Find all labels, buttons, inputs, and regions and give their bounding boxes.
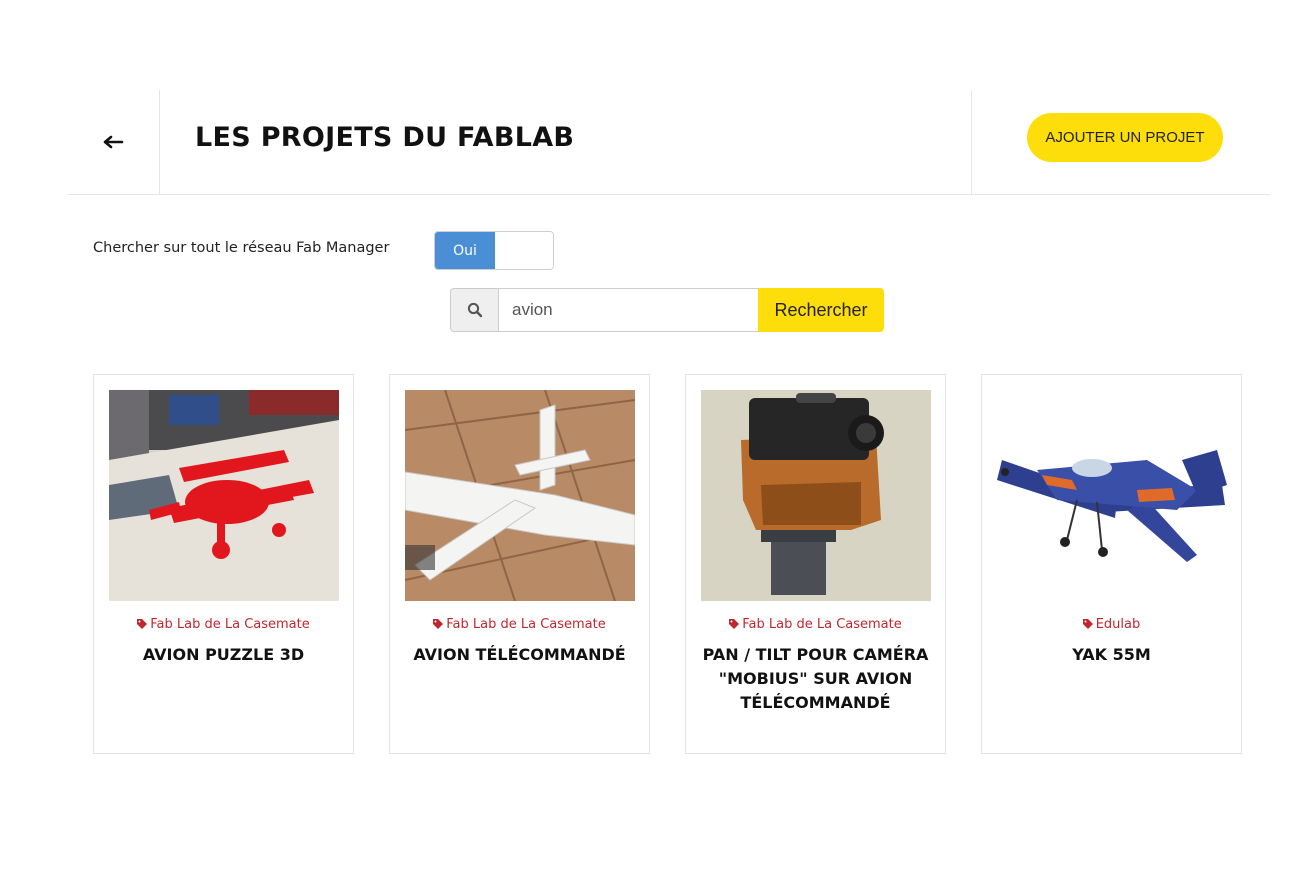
page-header: LES PROJETS DU FABLAB AJOUTER UN PROJET [68,90,1270,195]
project-source-label: Fab Lab de La Casemate [446,617,606,632]
project-card[interactable]: Fab Lab de La Casemate PAN / TILT POUR C… [685,374,946,754]
project-title: PAN / TILT POUR CAMÉRA "MOBIUS" SUR AVIO… [702,645,929,712]
project-card[interactable]: Fab Lab de La Casemate AVION TÉLÉCOMMAND… [389,374,650,754]
arrow-left-icon [103,135,123,149]
project-image-camera-pan-tilt-mount [701,390,931,601]
project-card[interactable]: Fab Lab de La Casemate AVION PUZZLE 3D [93,374,354,754]
project-title: AVION PUZZLE 3D [142,645,305,664]
project-source-label: Fab Lab de La Casemate [742,617,902,632]
tag-icon [1082,619,1093,629]
page-title: LES PROJETS DU FABLAB [195,122,575,153]
project-source-label: Edulab [1095,617,1141,632]
search-bar: Rechercher [450,288,884,332]
project-source[interactable]: Edulab [982,617,1241,632]
header-actions: AJOUTER UN PROJET [971,90,1270,194]
project-image-blue-aerobatic-plane [997,390,1227,601]
project-title: YAK 55M [1072,645,1151,664]
network-search-toggle[interactable]: Oui [434,231,554,270]
search-button[interactable]: Rechercher [758,288,884,332]
project-image-red-puzzle-biplane [109,390,339,601]
add-project-button[interactable]: AJOUTER UN PROJET [1027,113,1223,162]
project-source-label: Fab Lab de La Casemate [150,617,310,632]
toggle-off-handle [495,232,553,269]
network-search-label: Chercher sur tout le réseau Fab Manager [93,240,390,256]
project-title: AVION TÉLÉCOMMANDÉ [413,645,626,664]
tag-icon [433,619,444,629]
search-input[interactable] [498,288,758,332]
tag-icon [137,619,148,629]
project-card[interactable]: Edulab YAK 55M [981,374,1242,754]
toggle-on-label: Oui [435,232,495,269]
search-icon [467,302,482,318]
project-source[interactable]: Fab Lab de La Casemate [390,617,649,632]
project-image-white-rc-plane-on-tiles [405,390,635,601]
search-icon-addon [450,288,498,332]
project-source[interactable]: Fab Lab de La Casemate [94,617,353,632]
project-source[interactable]: Fab Lab de La Casemate [686,617,945,632]
tag-icon [729,619,740,629]
back-button[interactable] [68,90,160,194]
